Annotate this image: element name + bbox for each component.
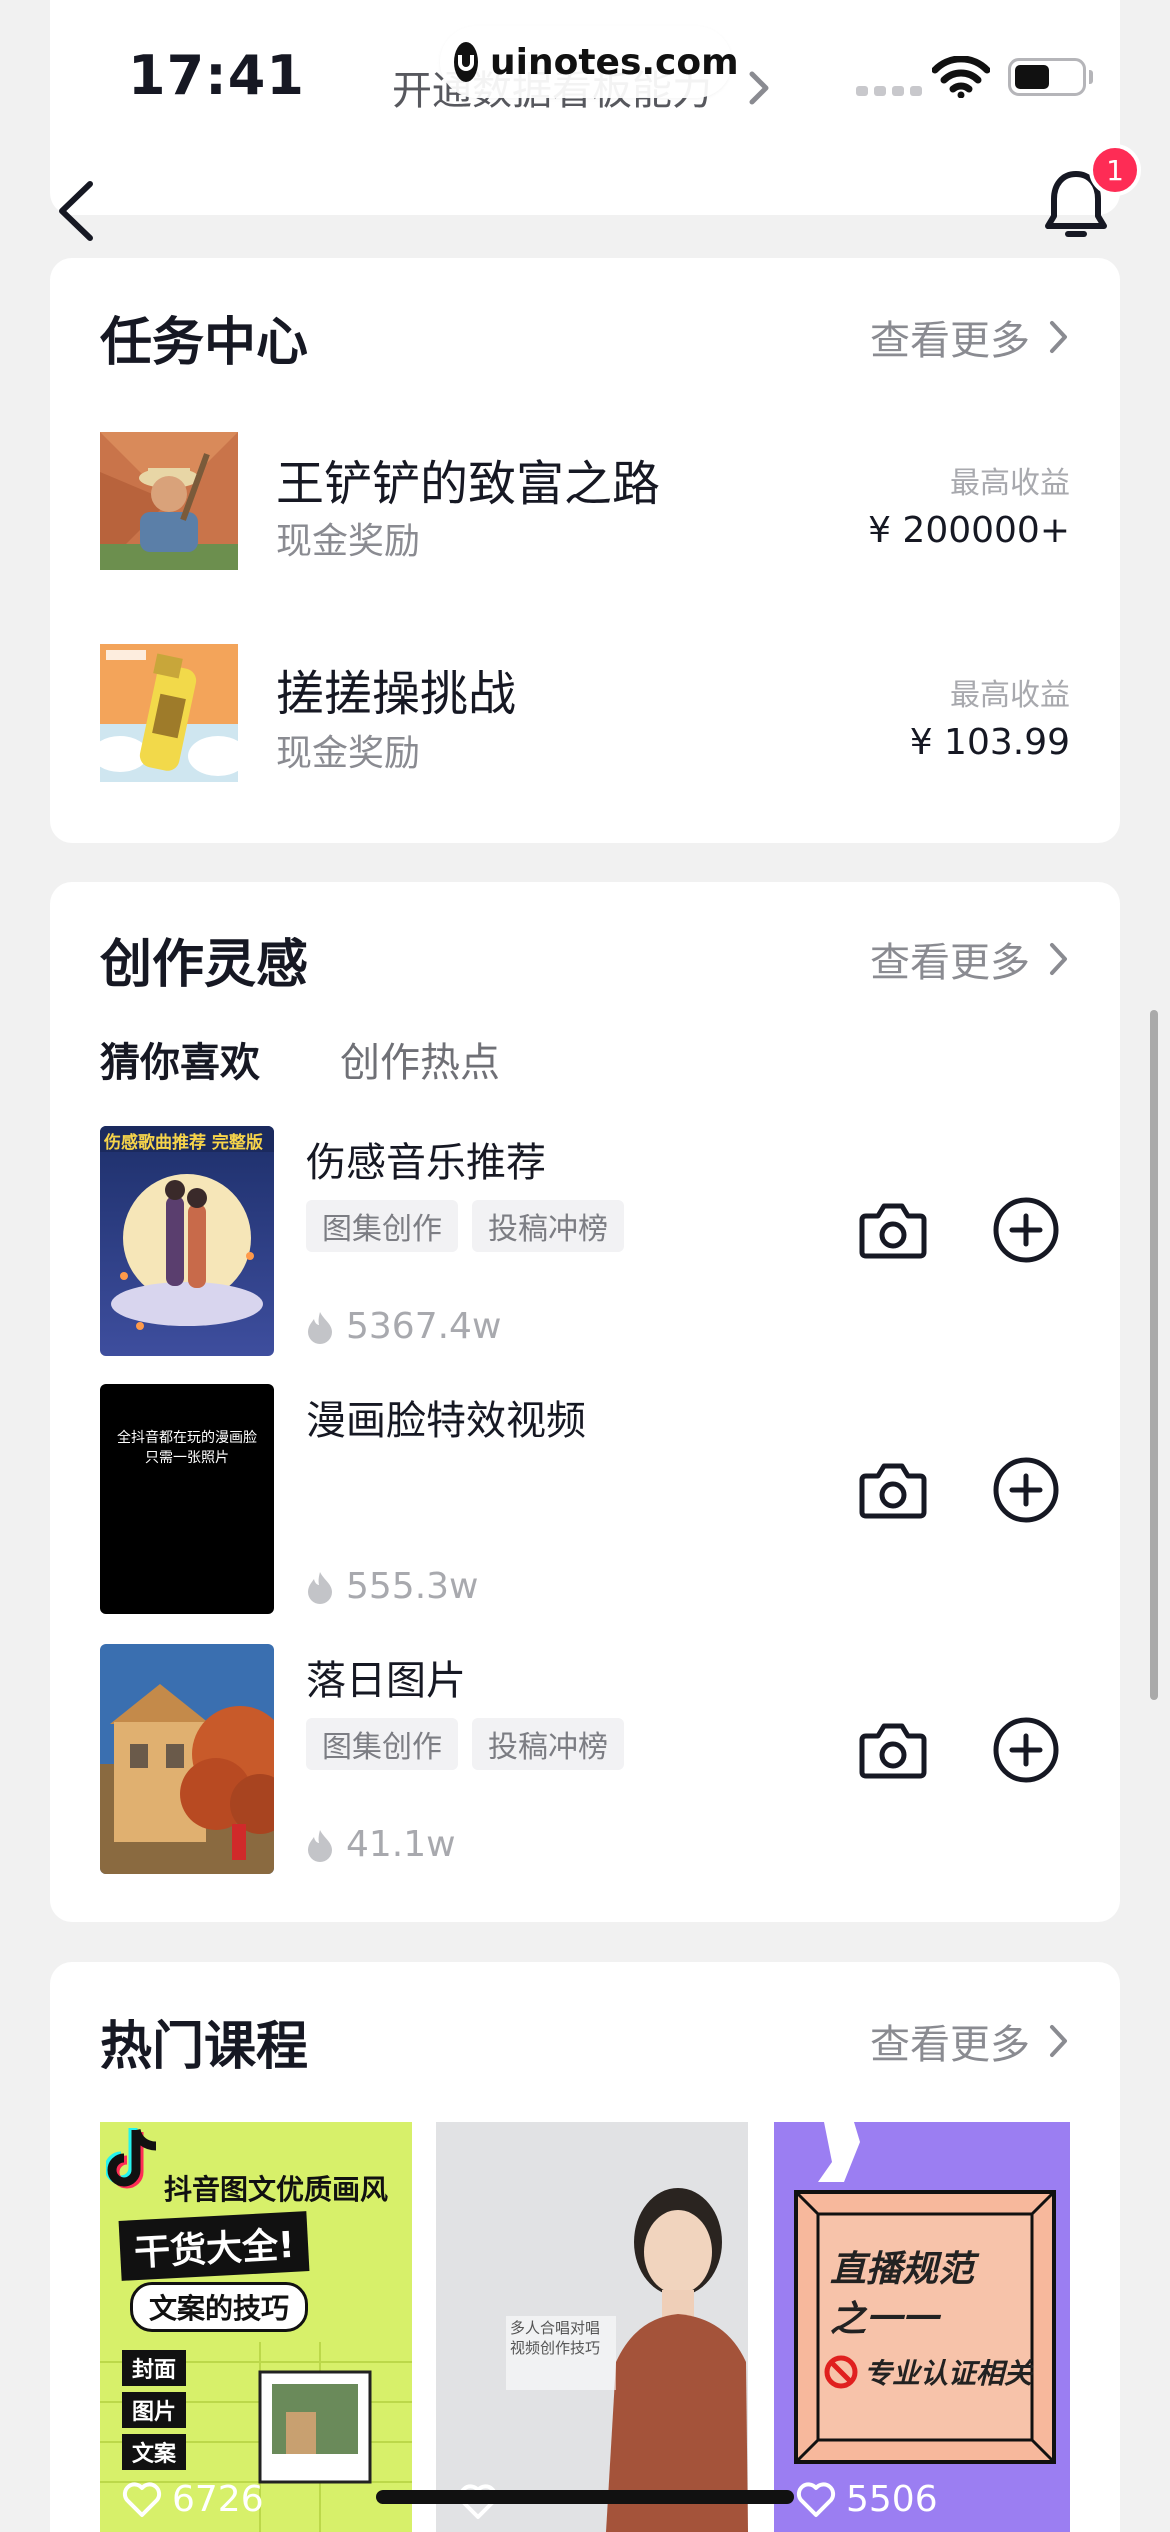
reward-label: 最高收益 [950,678,1070,713]
course-line: 抖音图文优质画风 [164,2173,389,2206]
reward-value: ¥ 200000+ [868,510,1070,551]
course-line: 干货大全! [118,2211,310,2281]
course-card[interactable]: 多人合唱对唱 视频创作技巧 [436,2122,748,2532]
more-label: 查看更多 [870,2022,1030,2068]
chevron-right-icon[interactable] [748,70,772,106]
battery-tip [1089,70,1093,84]
course-line: 图片 [122,2392,187,2428]
back-icon[interactable] [52,178,100,244]
scrollbar[interactable] [1150,1010,1158,1700]
course-line: 封面 [122,2350,187,2386]
heat-count: 41.1w [306,1824,456,1865]
heat-value: 555.3w [346,1566,479,1607]
likes-value: 6726 [172,2479,264,2520]
course-caption: 多人合唱对唱 视频创作技巧 [510,2319,601,2357]
watermark: uinotes.com [440,26,739,98]
tag-gallery-creation[interactable]: 图集创作 [306,1718,458,1770]
inspiration-thumbnail[interactable] [100,1644,274,1874]
no-entry-icon [824,2355,858,2389]
inspiration-item-title[interactable]: 伤感音乐推荐 [306,1130,546,1188]
tab-guess-you-like[interactable]: 猜你喜欢 [100,1030,260,1088]
task-title[interactable]: 王铲铲的致富之路 [276,444,660,514]
task-center-card: 任务中心 查看更多 王铲铲的致富之路 现金奖励 最高收益 ¥ 200000+ 搓… [50,258,1120,843]
likes-value: 5506 [846,2479,938,2520]
heat-value: 41.1w [346,1824,456,1865]
course-line: 直播规范 [830,2249,975,2290]
chevron-right-icon [1050,321,1067,353]
battery-icon [1008,58,1086,96]
course-card[interactable]: 抖音图文优质画风 干货大全! 文案的技巧 封面 图片 文案 6726 [100,2122,412,2532]
course-likes: 6726 [122,2479,264,2520]
watermark-logo-icon [454,42,478,82]
wifi-icon [932,56,990,98]
home-indicator[interactable] [376,2490,794,2504]
camera-icon[interactable] [858,1200,928,1260]
notification-badge: 1 [1089,144,1141,196]
more-label: 查看更多 [870,940,1030,986]
task-center-more-button[interactable]: 查看更多 [870,308,1070,366]
reward-label: 最高收益 [950,466,1070,501]
courses-more-button[interactable]: 查看更多 [870,2012,1070,2070]
flame-icon [308,1311,332,1344]
thumbnail-caption: 全抖音都在玩的漫画脸 只需一张照片 [117,1430,257,1466]
course-line: 专业认证相关 [864,2357,1033,2390]
chevron-right-icon [1050,2025,1067,2057]
heat-value: 5367.4w [346,1306,502,1347]
heat-count: 5367.4w [306,1306,501,1347]
camera-icon[interactable] [858,1460,928,1520]
course-line-row: 专业认证相关 [824,2352,1032,2392]
status-time: 17:41 [128,44,305,107]
heat-count: 555.3w [306,1566,479,1607]
tiktok-logo-icon [106,2128,157,2189]
camera-icon[interactable] [858,1720,928,1780]
task-subtitle: 现金奖励 [276,733,421,774]
watermark-text: uinotes.com [490,41,739,83]
inspiration-more-button[interactable]: 查看更多 [870,930,1070,988]
flame-icon [308,1829,332,1862]
inspiration-item-title[interactable]: 落日图片 [306,1648,466,1706]
add-circle-icon[interactable] [992,1196,1060,1264]
thumbnail-caption: 伤感歌曲推荐 完整版 [104,1133,263,1153]
heart-icon [796,2481,836,2517]
cellular-signal-icon [856,86,922,96]
inspiration-thumbnail[interactable]: 全抖音都在玩的漫画脸 只需一张照片 [100,1384,274,1614]
inspiration-tags: 图集创作 投稿冲榜 [306,1200,624,1252]
inspiration-thumbnail[interactable]: 伤感歌曲推荐 完整版 [100,1126,274,1356]
tag-submit-rank[interactable]: 投稿冲榜 [472,1200,624,1252]
chevron-right-icon [1050,943,1067,975]
inspiration-title: 创作灵感 [100,935,309,995]
task-center-title: 任务中心 [100,313,309,373]
course-likes: 5506 [796,2479,938,2520]
inspiration-card: 创作灵感 查看更多 猜你喜欢 创作热点 伤感歌曲推荐 完整版 伤感音乐推荐 图集… [50,882,1120,1922]
inspiration-item-title[interactable]: 漫画脸特效视频 [306,1388,586,1446]
course-card[interactable]: 直播规范 之一一 专业认证相关 5506 [774,2122,1070,2532]
task-thumbnail[interactable] [100,432,238,570]
more-label: 查看更多 [870,318,1030,364]
tag-gallery-creation[interactable]: 图集创作 [306,1200,458,1252]
task-title[interactable]: 搓搓操挑战 [276,654,516,724]
reward-value: ¥ 103.99 [909,722,1070,763]
tag-submit-rank[interactable]: 投稿冲榜 [472,1718,624,1770]
course-line: 文案 [122,2434,187,2470]
add-circle-icon[interactable] [992,1716,1060,1784]
heart-icon [122,2481,162,2517]
flame-icon [308,1571,332,1604]
inspiration-tags: 图集创作 投稿冲榜 [306,1718,624,1770]
task-thumbnail[interactable] [100,644,238,782]
course-line: 之一一 [830,2299,939,2340]
course-line: 文案的技巧 [130,2282,309,2332]
tab-creative-hotspot[interactable]: 创作热点 [340,1030,500,1088]
add-circle-icon[interactable] [992,1456,1060,1524]
courses-title: 热门课程 [100,2017,309,2077]
task-subtitle: 现金奖励 [276,521,421,562]
